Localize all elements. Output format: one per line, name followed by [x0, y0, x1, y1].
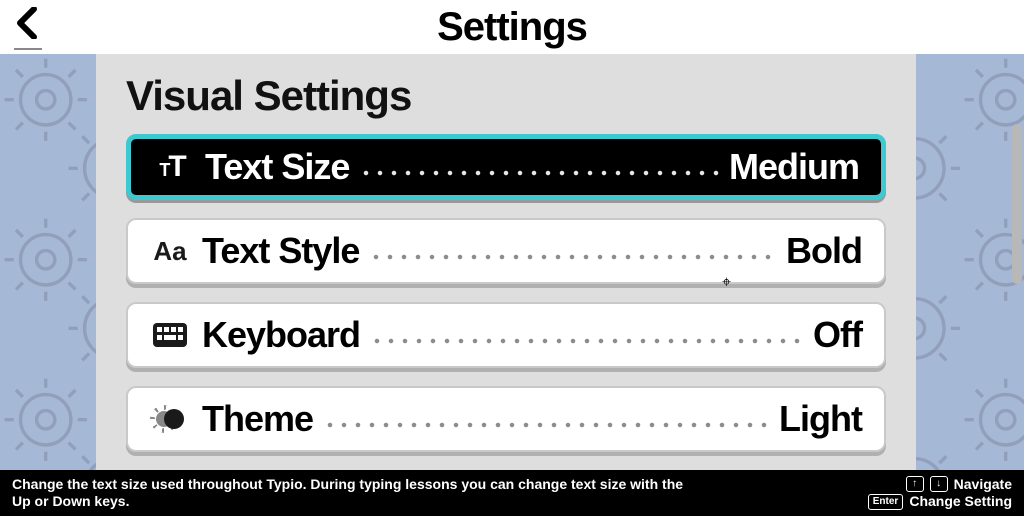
footer-shortcuts: ↑ ↓ Navigate Enter Change Setting	[868, 476, 1012, 511]
settings-panel: Visual Settings TT Text Size Medium Aa T…	[96, 54, 916, 470]
setting-theme[interactable]: Theme Light	[126, 386, 886, 452]
keyboard-icon	[150, 323, 190, 347]
dot-leader	[370, 338, 803, 344]
text-size-icon: TT	[153, 150, 193, 184]
change-setting-label: Change Setting	[909, 493, 1012, 511]
setting-label: Text Size	[205, 146, 349, 188]
setting-keyboard[interactable]: Keyboard Off	[126, 302, 886, 368]
setting-label: Text Style	[202, 230, 359, 272]
footer: Change the text size used throughout Typ…	[0, 470, 1024, 516]
main-area: Visual Settings TT Text Size Medium Aa T…	[0, 54, 1024, 470]
dot-leader	[323, 422, 769, 428]
hint-text: Change the text size used throughout Typ…	[12, 476, 692, 511]
setting-label: Theme	[202, 398, 313, 440]
setting-value: Light	[779, 398, 862, 440]
back-button[interactable]	[14, 4, 42, 50]
text-style-icon: Aa	[150, 236, 190, 267]
setting-text-style[interactable]: Aa Text Style Bold	[126, 218, 886, 284]
enter-key: Enter	[868, 494, 904, 510]
scrollbar[interactable]	[1012, 124, 1022, 284]
setting-value: Bold	[786, 230, 862, 272]
dot-leader	[369, 254, 776, 260]
page-title: Settings	[437, 5, 587, 50]
setting-value: Medium	[729, 146, 859, 188]
theme-icon	[150, 407, 190, 431]
up-key: ↑	[906, 476, 924, 492]
setting-value: Off	[813, 314, 862, 356]
section-title: Visual Settings	[126, 72, 886, 120]
chevron-left-icon	[14, 7, 42, 39]
down-key: ↓	[930, 476, 948, 492]
navigate-label: Navigate	[954, 476, 1012, 494]
setting-text-size[interactable]: TT Text Size Medium	[126, 134, 886, 200]
header: Settings	[0, 0, 1024, 54]
dot-leader	[359, 170, 719, 176]
setting-label: Keyboard	[202, 314, 360, 356]
